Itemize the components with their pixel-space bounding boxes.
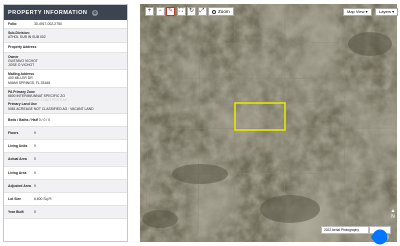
panel-header: PROPERTY INFORMATION ⚙ [4, 5, 127, 20]
aerial-map[interactable] [140, 4, 397, 242]
subdivision-row: Sub-Division: ATHOL SUB IN SUB 002 [4, 29, 127, 43]
property-address-label: Property Address [8, 44, 37, 49]
map-toolbar: + − ✎ ⛶ ↻ ⤢ Zoom [145, 7, 234, 16]
property-info-panel: PROPERTY INFORMATION ⚙ Folio: 30-4917-00… [3, 4, 128, 242]
year-built-row: Year Built 0 [4, 206, 127, 220]
refresh-icon[interactable]: ↻ [187, 7, 196, 16]
lot-size-row: Lot Size 6,600 Sq.Ft [4, 193, 127, 207]
mailing-line-2: MIAMI SPRINGS, FL 33166 [8, 80, 51, 85]
aerial-year-label: 2022 Aerial Photography [321, 226, 369, 234]
layers-dropdown[interactable]: Layers ▾ [375, 8, 399, 16]
living-units-value: 0 [33, 144, 36, 149]
folio-value: 30-4917-002-2750 [33, 22, 62, 26]
living-units-label: Living Units [8, 144, 28, 149]
beds-value: 0 / 0 / 0 [38, 117, 51, 122]
zoom-button[interactable]: Zoom [208, 7, 234, 16]
actual-area-row: Actual Area 0 [4, 153, 127, 167]
north-label: N [391, 214, 395, 220]
year-built-value: 0 [33, 210, 36, 215]
floors-label: Floors [8, 131, 19, 136]
north-arrow-icon: ▲ N [390, 208, 396, 220]
lot-size-value: 6,600 Sq.Ft [33, 197, 52, 202]
property-address-row: Property Address [4, 43, 127, 53]
settings-icon[interactable]: ⚙ [92, 9, 99, 16]
panel-title: PROPERTY INFORMATION [8, 9, 88, 16]
zone-row: PA Primary Zone 6600 INTERIM/UNNAT SPECI… [4, 87, 127, 114]
actual-area-value: 0 [33, 157, 36, 162]
measure-icon[interactable]: ⤢ [197, 7, 207, 16]
owner-name-2: JOSE O VICHOT [8, 63, 35, 68]
edit-icon[interactable]: ✎ [166, 7, 175, 16]
subdivision-value: ATHOL SUB IN SUB 002 [8, 35, 46, 40]
owner-row: Owner GUSTAVO VICHOT JOSE O VICHOT [4, 52, 127, 71]
folio-label: Folio: [8, 22, 18, 26]
land-use-value: 0081 ACREAGE NOT CLASSIFIED AG : VACANT … [8, 106, 94, 111]
opacity-slider[interactable] [369, 226, 391, 240]
zoom-out-button[interactable]: − [155, 7, 165, 16]
beds-row: Beds / Baths / Half 0 / 0 / 0 [4, 114, 127, 128]
actual-area-label: Actual Area [8, 157, 27, 162]
lot-size-label: Lot Size [8, 197, 21, 202]
living-area-row: Living Area 0 [4, 167, 127, 180]
living-area-value: 0 [33, 170, 36, 175]
magnifier-icon [212, 9, 216, 14]
mailing-address-row: Mailing Address 400 MILLER DR MIAMI SPRI… [4, 70, 127, 88]
opacity-slider-input[interactable] [370, 234, 390, 240]
folio-row: Folio: 30-4917-002-2750 [4, 20, 127, 30]
floors-row: Floors 0 [4, 127, 127, 141]
aerial-imagery [140, 4, 397, 242]
map-view-dropdown[interactable]: Map View ▾ [343, 8, 372, 16]
zoom-in-button[interactable]: + [145, 7, 154, 16]
living-units-row: Living Units 0 [4, 140, 127, 154]
adjusted-area-label: Adjusted Area [8, 183, 31, 188]
floors-value: 0 [33, 131, 36, 136]
adjusted-area-row: Adjusted Area 0 [4, 179, 127, 194]
living-area-label: Living Area [8, 170, 27, 175]
year-built-label: Year Built [8, 210, 24, 215]
adjusted-area-value: 0 [33, 183, 36, 188]
beds-label: Beds / Baths / Half [8, 117, 38, 122]
fullscreen-icon[interactable]: ⛶ [176, 7, 186, 16]
zoom-label: Zoom [218, 9, 230, 14]
